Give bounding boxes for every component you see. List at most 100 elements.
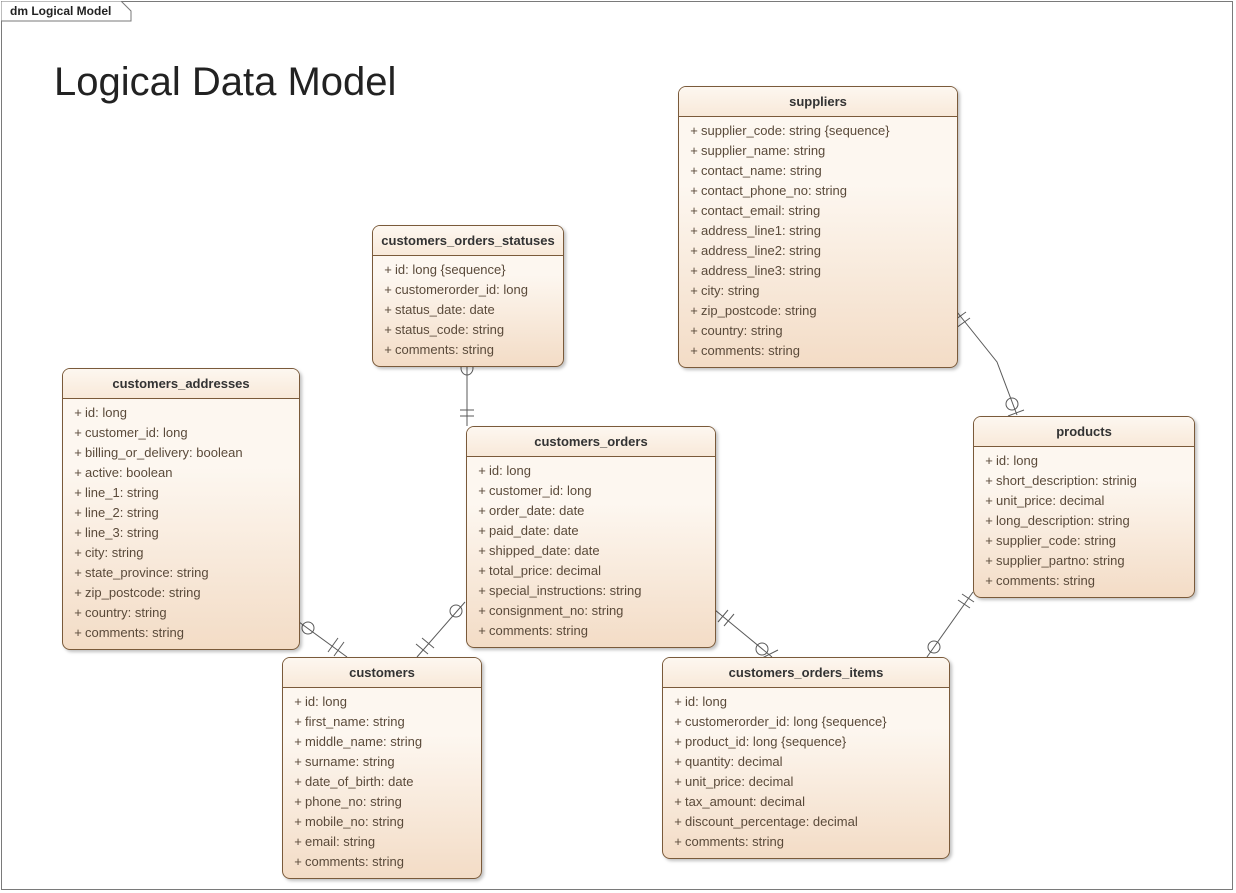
visibility-icon: + <box>982 472 996 490</box>
attr-text: consignment_no: string <box>489 602 623 620</box>
attr-text: quantity: decimal <box>685 753 783 771</box>
attr-text: customer_id: long <box>489 482 592 500</box>
attr-text: billing_or_delivery: boolean <box>85 444 243 462</box>
visibility-icon: + <box>291 813 305 831</box>
visibility-icon: + <box>982 532 996 550</box>
rel-orders-to-items <box>715 610 778 658</box>
attr-text: paid_date: date <box>489 522 579 540</box>
entity-attr: +country: string <box>67 603 295 623</box>
visibility-icon: + <box>71 424 85 442</box>
visibility-icon: + <box>687 342 701 360</box>
attr-text: address_line1: string <box>701 222 821 240</box>
attr-text: first_name: string <box>305 713 405 731</box>
visibility-icon: + <box>475 622 489 640</box>
visibility-icon: + <box>71 544 85 562</box>
attr-text: city: string <box>85 544 144 562</box>
visibility-icon: + <box>291 753 305 771</box>
visibility-icon: + <box>687 222 701 240</box>
attr-text: status_date: date <box>395 301 495 319</box>
visibility-icon: + <box>687 182 701 200</box>
attr-text: long_description: string <box>996 512 1130 530</box>
entity-attr: +customer_id: long <box>67 423 295 443</box>
attr-text: unit_price: decimal <box>685 773 793 791</box>
entity-attr: +id: long <box>287 692 477 712</box>
rel-statuses-to-orders <box>460 357 474 426</box>
entity-attrs: +id: long+customer_id: long+billing_or_d… <box>63 399 299 649</box>
visibility-icon: + <box>475 482 489 500</box>
attr-text: customerorder_id: long {sequence} <box>685 713 887 731</box>
entity-customers_orders_items[interactable]: customers_orders_items+id: long+customer… <box>662 657 950 859</box>
entity-attr: +city: string <box>683 281 953 301</box>
visibility-icon: + <box>475 562 489 580</box>
entity-attrs: +id: long {sequence}+customerorder_id: l… <box>373 256 563 366</box>
visibility-icon: + <box>687 202 701 220</box>
attr-text: id: long {sequence} <box>395 261 506 279</box>
entity-customers_orders[interactable]: customers_orders+id: long+customer_id: l… <box>466 426 716 648</box>
attr-text: comments: string <box>701 342 800 360</box>
attr-text: customer_id: long <box>85 424 188 442</box>
entity-attr: +short_description: strinig <box>978 471 1190 491</box>
entity-attr: +id: long <box>471 461 711 481</box>
attr-text: total_price: decimal <box>489 562 601 580</box>
entity-attr: +first_name: string <box>287 712 477 732</box>
entity-attr: +quantity: decimal <box>667 752 945 772</box>
entity-attr: +id: long {sequence} <box>377 260 559 280</box>
entity-attr: +address_line2: string <box>683 241 953 261</box>
visibility-icon: + <box>291 713 305 731</box>
entity-attr: +product_id: long {sequence} <box>667 732 945 752</box>
visibility-icon: + <box>475 602 489 620</box>
visibility-icon: + <box>291 793 305 811</box>
entity-attr: +contact_name: string <box>683 161 953 181</box>
entity-attr: +customerorder_id: long <box>377 280 559 300</box>
entity-attr: +order_date: date <box>471 501 711 521</box>
attr-text: discount_percentage: decimal <box>685 813 858 831</box>
attr-text: zip_postcode: string <box>85 584 201 602</box>
diagram-frame: dm Logical Model Logical Data Model <box>1 1 1233 890</box>
entity-attrs: +id: long+customerorder_id: long {sequen… <box>663 688 949 858</box>
attr-text: id: long <box>996 452 1038 470</box>
entity-attr: +id: long <box>978 451 1190 471</box>
attr-text: date_of_birth: date <box>305 773 413 791</box>
visibility-icon: + <box>475 542 489 560</box>
attr-text: contact_name: string <box>701 162 822 180</box>
visibility-icon: + <box>71 504 85 522</box>
visibility-icon: + <box>475 582 489 600</box>
entity-attr: +mobile_no: string <box>287 812 477 832</box>
entity-attr: +line_2: string <box>67 503 295 523</box>
entity-customers_orders_statuses[interactable]: customers_orders_statuses+id: long {sequ… <box>372 225 564 367</box>
entity-attr: +address_line1: string <box>683 221 953 241</box>
attr-text: short_description: strinig <box>996 472 1137 490</box>
entity-header: customers <box>283 658 481 688</box>
entity-customers[interactable]: customers+id: long+first_name: string+mi… <box>282 657 482 879</box>
attr-text: country: string <box>85 604 167 622</box>
entity-attrs: +id: long+first_name: string+middle_name… <box>283 688 481 878</box>
visibility-icon: + <box>291 693 305 711</box>
visibility-icon: + <box>687 282 701 300</box>
visibility-icon: + <box>671 713 685 731</box>
entity-header: customers_orders <box>467 427 715 457</box>
entity-attrs: +id: long+customer_id: long+order_date: … <box>467 457 715 647</box>
entity-attr: +zip_postcode: string <box>67 583 295 603</box>
entity-attr: +long_description: string <box>978 511 1190 531</box>
visibility-icon: + <box>687 142 701 160</box>
visibility-icon: + <box>71 604 85 622</box>
visibility-icon: + <box>982 492 996 510</box>
entity-attr: +supplier_code: string <box>978 531 1190 551</box>
entity-suppliers[interactable]: suppliers+supplier_code: string {sequenc… <box>678 86 958 368</box>
entity-attr: +comments: string <box>377 340 559 360</box>
rel-addresses-to-customers <box>299 622 347 657</box>
visibility-icon: + <box>687 122 701 140</box>
attr-text: city: string <box>701 282 760 300</box>
entity-customers_addresses[interactable]: customers_addresses+id: long+customer_id… <box>62 368 300 650</box>
entity-attr: +comments: string <box>667 832 945 852</box>
rel-customers-to-orders <box>416 602 465 657</box>
attr-text: surname: string <box>305 753 395 771</box>
entity-products[interactable]: products+id: long+short_description: str… <box>973 416 1195 598</box>
visibility-icon: + <box>475 462 489 480</box>
visibility-icon: + <box>671 813 685 831</box>
frame-tab-label: dm Logical Model <box>2 2 127 20</box>
visibility-icon: + <box>687 242 701 260</box>
entity-attr: +comments: string <box>67 623 295 643</box>
entity-attr: +special_instructions: string <box>471 581 711 601</box>
entity-attr: +id: long <box>67 403 295 423</box>
